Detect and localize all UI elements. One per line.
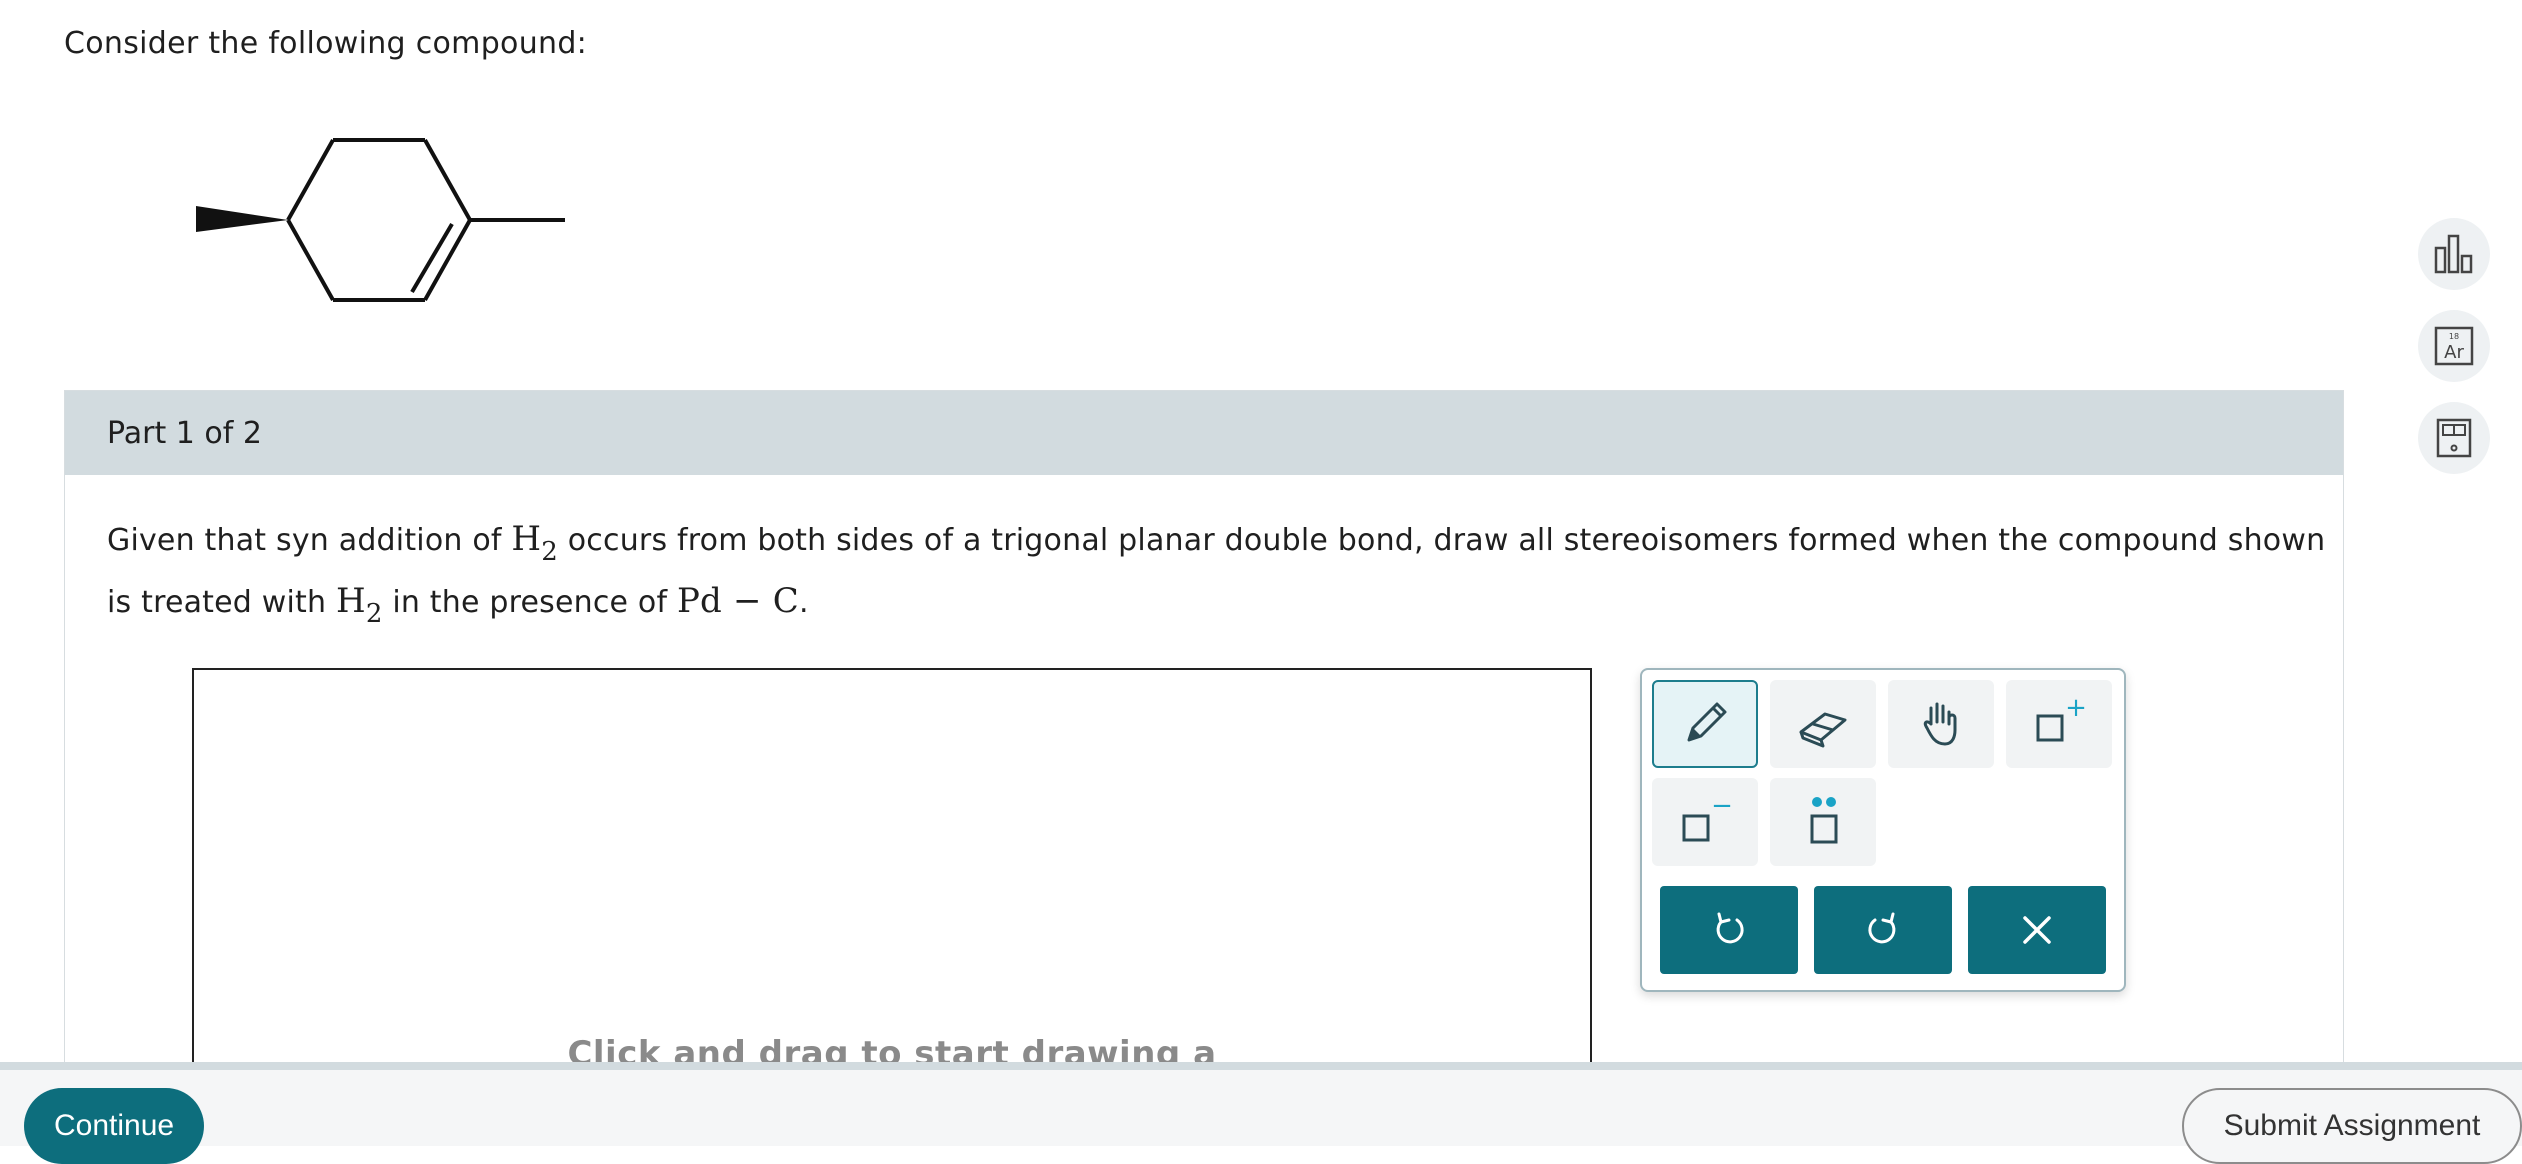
add-charge-button[interactable]: +	[2006, 680, 2112, 768]
redo-icon	[1868, 912, 1896, 944]
clear-button[interactable]	[1968, 886, 2106, 974]
ring-bond	[423, 139, 472, 221]
calculator-button[interactable]	[2418, 402, 2490, 474]
question-text-3: in the presence of	[382, 585, 677, 620]
eraser-icon	[1799, 712, 1847, 748]
hand-icon	[1923, 702, 1957, 746]
footer-bar: Continue Submit Assignment	[0, 1062, 2522, 1164]
ring-bond	[286, 219, 335, 301]
bar-chart-icon	[2434, 234, 2473, 274]
question-text-1: Given that syn addition of	[107, 523, 512, 558]
continue-button[interactable]: Continue	[24, 1088, 205, 1164]
question-text: Given that syn addition of H2 occurs fro…	[107, 509, 2327, 633]
undo-icon	[1716, 912, 1744, 944]
hand-tool-button[interactable]	[1888, 680, 1994, 768]
plus-sign: +	[2065, 694, 2087, 723]
periodic-number: 18	[2449, 332, 2459, 341]
wedge-bond	[196, 206, 288, 232]
h2-subscript: 2	[365, 599, 383, 629]
ring-bond	[286, 139, 335, 221]
h2-subscript: 2	[541, 537, 559, 567]
h2-formula: H2	[335, 581, 383, 627]
h2-base: H	[511, 519, 542, 559]
periodic-table-button[interactable]: 18 Ar	[2418, 310, 2490, 382]
h2-base: H	[335, 581, 366, 621]
question-text-4: .	[798, 585, 809, 620]
add-charge-icon: +	[2036, 694, 2087, 742]
minus-sign: −	[1711, 792, 1733, 821]
double-bond-inner	[410, 222, 454, 294]
submit-assignment-button[interactable]: Submit Assignment	[2182, 1088, 2522, 1164]
remove-charge-icon: −	[1682, 792, 1733, 842]
clear-icon	[2023, 916, 2051, 944]
side-tools: 18 Ar	[2418, 218, 2498, 494]
lone-pair-icon	[1810, 797, 1838, 844]
data-chart-button[interactable]	[2418, 218, 2490, 290]
undo-button[interactable]	[1660, 886, 1798, 974]
part-label: Part 1 of 2	[107, 415, 262, 451]
drawing-toolbox: + −	[1640, 668, 2126, 992]
periodic-table-icon: 18 Ar	[2434, 326, 2474, 366]
calculator-icon	[2436, 418, 2472, 458]
lone-pair-button[interactable]	[1770, 778, 1876, 866]
intro-text: Consider the following compound:	[64, 26, 588, 61]
drawing-canvas[interactable]: Click and drag to start drawing a	[192, 668, 1592, 1088]
catalyst-formula: Pd − C	[676, 581, 799, 621]
pencil-icon	[1687, 702, 1727, 742]
eraser-tool-button[interactable]	[1770, 680, 1876, 768]
redo-button[interactable]	[1814, 886, 1952, 974]
periodic-symbol: Ar	[2444, 342, 2464, 363]
part-header: Part 1 of 2	[65, 391, 2343, 475]
pencil-tool-button[interactable]	[1652, 680, 1758, 768]
remove-charge-button[interactable]: −	[1652, 778, 1758, 866]
h2-formula: H2	[511, 519, 558, 565]
compound-structure	[196, 138, 565, 302]
